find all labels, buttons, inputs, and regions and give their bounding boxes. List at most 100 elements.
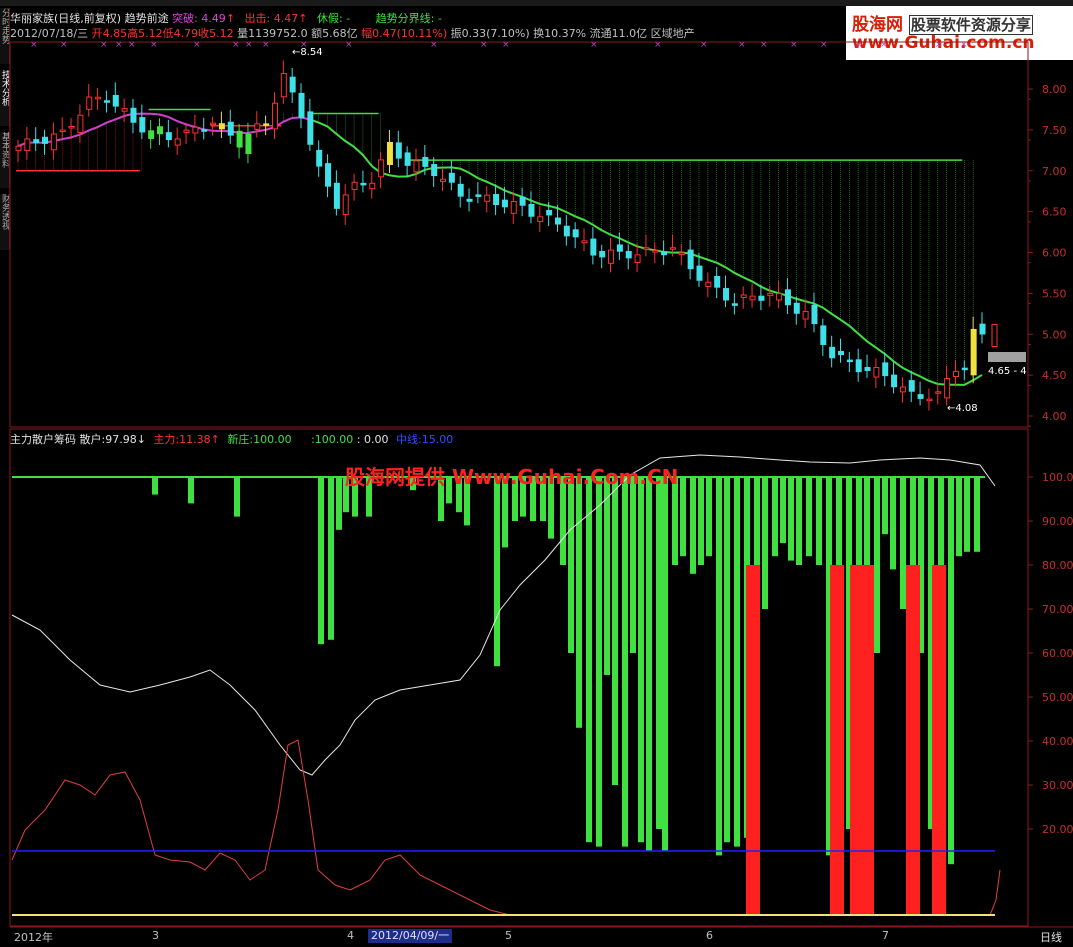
retail-bar xyxy=(762,477,768,609)
candle-body xyxy=(802,310,809,320)
candle-body xyxy=(554,217,561,225)
candle-body xyxy=(855,359,862,373)
price-tick-label: 4.00 xyxy=(1042,410,1067,423)
main-value: 11.38 xyxy=(179,433,211,446)
price-yaxis: 8.00 7.50 7.00 6.50 6.00 5.50 5.00 4.50 4.00 xyxy=(1028,83,1067,427)
retail-value: 97.98 xyxy=(105,433,137,446)
x-mark: × xyxy=(115,40,123,50)
candle-body xyxy=(793,302,800,314)
retail-bar xyxy=(796,477,802,565)
retail-bar xyxy=(318,477,324,645)
candle-body xyxy=(837,350,844,356)
x-mark: × xyxy=(150,40,158,50)
d-value: : 0.00 xyxy=(356,433,389,446)
candle-body xyxy=(95,96,102,100)
retail-bar xyxy=(328,477,334,640)
indicator-tick-label: 50.00 xyxy=(1042,691,1073,704)
retail-bar xyxy=(680,477,686,557)
retail-bar xyxy=(964,477,970,552)
price-tick-label: 5.00 xyxy=(1042,328,1067,341)
candle-body xyxy=(174,138,181,146)
up-arrow-icon: ↑ xyxy=(210,433,220,446)
candle-body xyxy=(395,142,402,159)
retail-bar xyxy=(890,477,896,570)
candle-body xyxy=(475,194,482,197)
candle-body xyxy=(961,367,968,371)
x-mark: × xyxy=(880,40,888,50)
candle-body xyxy=(820,325,827,345)
candle-body xyxy=(440,178,447,182)
candle-body xyxy=(634,254,641,264)
main-bar xyxy=(830,565,844,916)
indicator-header: 主力散户筹码 散户:97.98↓ 主力:11.38↑ 新庄:100.00 :10… xyxy=(10,431,453,447)
candle-body xyxy=(846,359,853,363)
candle-body xyxy=(50,133,57,151)
candle-body xyxy=(130,107,137,123)
indicator-tick-label: 40.00 xyxy=(1042,735,1073,748)
candle-body xyxy=(227,121,234,136)
retail-bar xyxy=(638,477,644,843)
indicator-yaxis: 100.00 90.00 80.00 70.00 60.00 50.00 40.00 30.0… xyxy=(1028,471,1073,836)
main-label: 主力: xyxy=(153,433,180,446)
retail-bar xyxy=(568,477,574,653)
candle-body xyxy=(33,139,40,144)
xaxis-month-5: 5 xyxy=(505,929,512,942)
candle-body xyxy=(917,394,924,399)
mid-label: 中线: xyxy=(396,433,422,446)
high-label: ←8.54 xyxy=(292,47,323,58)
candle-body xyxy=(369,182,376,190)
x-mark: × xyxy=(700,40,708,50)
period-button[interactable]: 日线 xyxy=(1040,929,1062,945)
last-price-marker xyxy=(988,352,1026,362)
candle-body xyxy=(15,145,22,151)
candle-body xyxy=(86,96,93,110)
candle-body xyxy=(271,102,278,130)
retail-bar xyxy=(656,477,662,829)
retail-bar xyxy=(622,477,628,847)
price-chart xyxy=(15,60,998,411)
candle-body xyxy=(723,288,730,301)
candle-body xyxy=(254,123,261,130)
main-bar xyxy=(746,565,760,916)
candle-body xyxy=(696,265,703,281)
indicator-chart xyxy=(11,454,1001,916)
retail-bar xyxy=(494,477,500,667)
retail-bar xyxy=(974,477,980,552)
candle-body xyxy=(351,181,358,190)
x-mark: × xyxy=(760,40,768,50)
retail-bar xyxy=(806,477,812,557)
candle-body xyxy=(210,122,217,126)
candle-body xyxy=(457,183,464,197)
x-mark: × xyxy=(820,40,828,50)
retail-bar xyxy=(188,477,194,504)
retail-bar xyxy=(662,477,668,851)
price-tick-label: 7.00 xyxy=(1042,165,1067,178)
candle-body xyxy=(669,247,676,250)
candle-body xyxy=(245,133,252,155)
candle-body xyxy=(165,132,172,141)
x-mark: × xyxy=(590,40,598,50)
price-tick-label: 8.00 xyxy=(1042,83,1067,96)
candle-body xyxy=(563,225,570,237)
candle-body xyxy=(519,196,526,206)
x-mark: × xyxy=(232,40,240,50)
candle-body xyxy=(873,366,880,378)
price-tick-label: 4.50 xyxy=(1042,369,1067,382)
new-value: 100.00 xyxy=(253,433,292,446)
new-label: 新庄: xyxy=(227,433,254,446)
x-mark: × xyxy=(430,40,438,50)
candle-body xyxy=(705,281,712,287)
candle-body xyxy=(360,182,367,186)
x-mark: × xyxy=(128,40,136,50)
main-bar xyxy=(850,565,874,916)
candle-body xyxy=(776,293,783,301)
candle-body xyxy=(864,367,871,371)
retail-bar xyxy=(948,477,954,865)
candle-body xyxy=(891,374,898,388)
indicator-tick-label: 20.00 xyxy=(1042,823,1073,836)
candle-body xyxy=(537,216,544,223)
candle-body xyxy=(103,100,110,103)
candle-body xyxy=(970,328,977,376)
candle-body xyxy=(952,370,959,378)
candle-body xyxy=(687,249,694,270)
